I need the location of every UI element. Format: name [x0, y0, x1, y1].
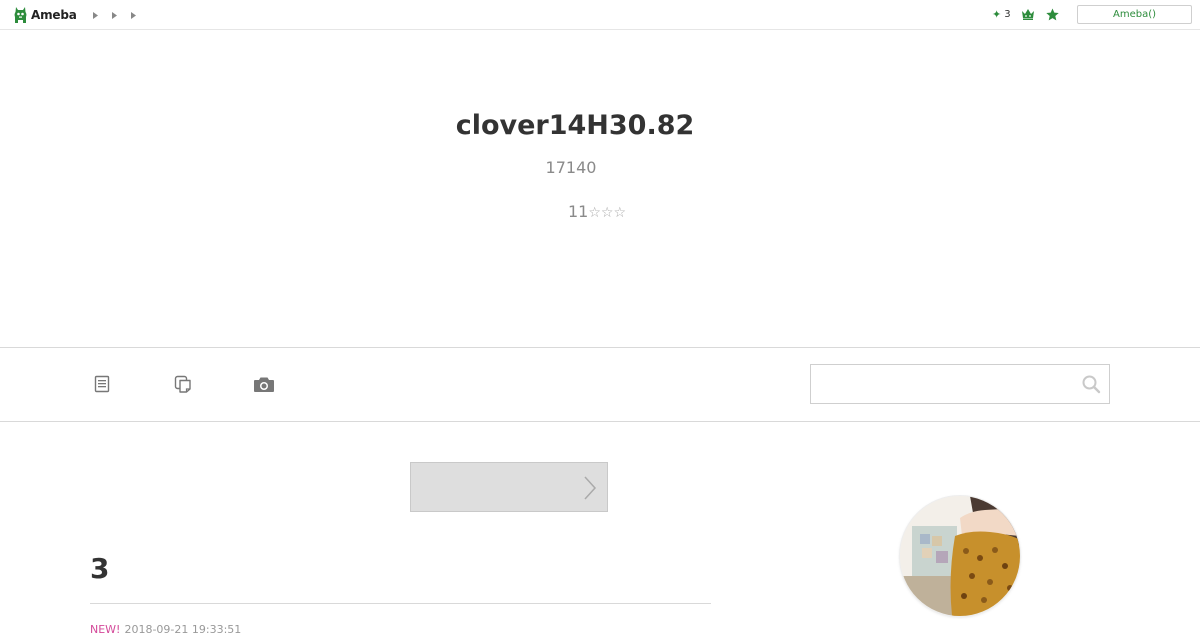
brand-name: Ameba [31, 8, 77, 22]
avatar[interactable] [900, 496, 1020, 616]
search-input[interactable] [811, 365, 1071, 403]
divider [90, 603, 711, 604]
rank-number: 11 [568, 202, 589, 221]
tab-entries[interactable] [90, 372, 114, 396]
breadcrumb-item[interactable] [86, 9, 105, 21]
profile-photo [900, 496, 1020, 616]
tab-photos[interactable] [252, 372, 276, 396]
ameba-logo-icon [14, 7, 27, 23]
star-icon[interactable] [1046, 8, 1059, 21]
caret-right-icon [112, 11, 117, 19]
blog-subtitle: 17140 [545, 158, 597, 177]
blog-nav [0, 347, 1200, 422]
breadcrumb-item[interactable] [124, 9, 143, 21]
entry-title[interactable]: 3 [90, 552, 109, 585]
ameba-logo[interactable]: Ameba [13, 5, 77, 25]
search-box [810, 364, 1110, 404]
notifications-count: 3 [1004, 9, 1011, 20]
caret-right-icon [93, 11, 98, 19]
breadcrumb [86, 9, 143, 21]
copy-icon [174, 375, 191, 393]
blog-rank: 11☆☆☆ [568, 202, 626, 221]
breadcrumb-item[interactable] [105, 9, 124, 21]
account-button[interactable]: Ameba() [1077, 5, 1192, 24]
blog-title[interactable]: clover14H30.82 [0, 110, 1150, 141]
chevron-right-icon [584, 476, 597, 500]
search-icon[interactable] [1081, 374, 1101, 394]
notifications-button[interactable]: ✦ 3 [992, 8, 1011, 21]
sparkle-icon: ✦ [992, 8, 1002, 21]
camera-icon [254, 377, 274, 392]
next-page-button[interactable] [410, 462, 608, 512]
caret-right-icon [131, 11, 136, 19]
top-bar: Ameba ✦ 3 Ameba() [0, 0, 1200, 30]
crown-icon[interactable] [1022, 9, 1034, 20]
rank-stars: ☆☆☆ [588, 205, 627, 221]
tab-archive[interactable] [171, 372, 195, 396]
document-icon [94, 375, 110, 393]
